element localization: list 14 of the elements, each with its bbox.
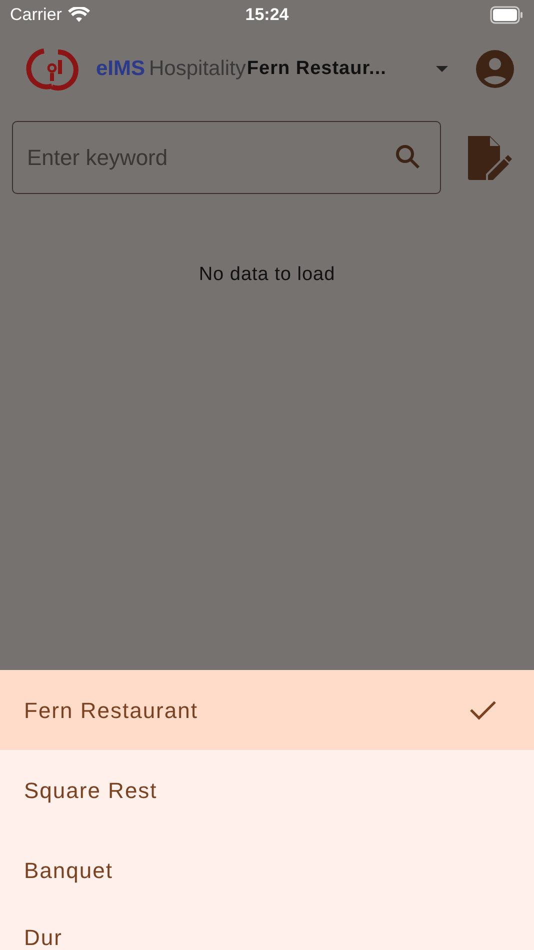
empty-message: No data to load	[198, 263, 336, 287]
battery-icon	[490, 6, 524, 24]
account-icon[interactable]	[476, 50, 514, 88]
caret-icon	[436, 66, 448, 72]
logo-text: Hospitality	[149, 56, 246, 82]
search-field[interactable]: Enter keyword	[12, 121, 441, 194]
logo-brand: eIMS	[96, 56, 146, 82]
outlet-option[interactable]: Fern Restaurant	[0, 670, 534, 750]
carrier-name: Carrier	[10, 4, 62, 26]
outlet-dropdown[interactable]: Fern Restaur...	[246, 54, 476, 84]
wifi-icon	[68, 7, 90, 23]
search-icon[interactable]	[395, 144, 421, 170]
checkmark-icon	[470, 700, 496, 720]
clock: 15:24	[245, 4, 289, 26]
